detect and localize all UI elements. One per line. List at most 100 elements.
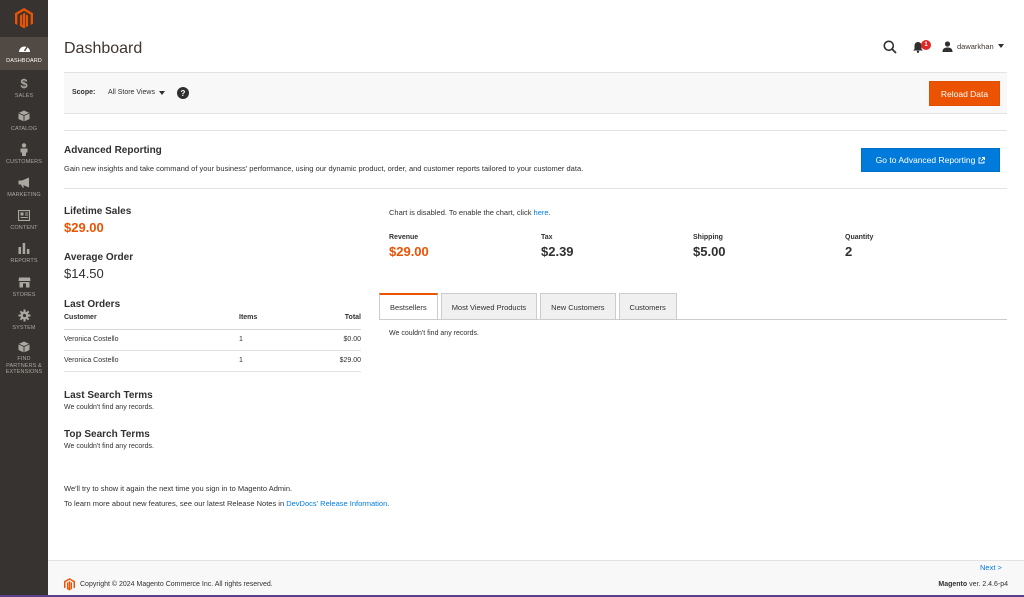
sidebar-item-label: Reports (10, 258, 38, 264)
magento-logo-icon (15, 7, 33, 28)
help-icon[interactable]: ? (177, 87, 189, 99)
tab-bestsellers[interactable]: Bestsellers (379, 293, 438, 320)
last-search-terms-title: Last Search Terms (64, 390, 153, 401)
dollar-icon: $ (20, 75, 28, 91)
release-note-suffix: . (387, 499, 390, 508)
lifetime-sales-value: $29.00 (64, 220, 104, 235)
box-icon (17, 109, 31, 123)
chart-disabled-message: Chart is disabled. To enable the chart, … (389, 208, 551, 217)
kpi-revenue: Revenue $29.00 (389, 234, 429, 259)
last-search-terms-empty: We couldn't find any records. (64, 404, 154, 411)
chevron-down-icon (158, 90, 165, 95)
release-note-line1: We'll try to show it again the next time… (64, 484, 293, 493)
top-search-terms-title: Top Search Terms (64, 429, 150, 440)
scope-selected: All Store Views (108, 89, 155, 96)
average-order-label: Average Order (64, 252, 134, 263)
kpi-label: Revenue (389, 234, 419, 241)
dashboard-icon (17, 41, 31, 55)
order-total: $29.00 (299, 350, 361, 372)
column-header-customer: Customer (64, 314, 239, 330)
version-brand: Magento (938, 581, 968, 588)
kpi-label: Tax (541, 234, 553, 241)
table-header-row: Customer Items Total (64, 314, 361, 330)
search-icon[interactable] (883, 40, 897, 54)
advanced-reporting-button-label: Go to Advanced Reporting (875, 155, 976, 165)
scope-switcher[interactable]: All Store Views (108, 89, 165, 96)
order-items: 1 (239, 329, 299, 351)
release-note-prefix: To learn more about new features, see ou… (64, 499, 287, 508)
divider (64, 188, 1007, 189)
kpi-label: Quantity (845, 234, 874, 241)
sidebar-item-label: Customers (6, 159, 42, 165)
kpi-quantity: Quantity 2 (845, 234, 873, 259)
tab-empty-message: We couldn't find any records. (389, 330, 479, 337)
lifetime-sales-label: Lifetime Sales (64, 206, 132, 217)
order-customer: Veronica Costello (64, 329, 239, 351)
chevron-down-icon (997, 44, 1004, 48)
sidebar: Dashboard $ Sales Catalog Customers Mark… (0, 0, 48, 595)
sidebar-item-label: Dashboard (6, 58, 42, 64)
sidebar-item-stores[interactable]: Stores (0, 271, 48, 304)
kpi-tax: Tax $2.39 (541, 234, 574, 259)
kpi-value: $29.00 (389, 244, 429, 259)
sidebar-item-sales[interactable]: $ Sales (0, 72, 48, 105)
notification-badge[interactable]: 1 (921, 40, 931, 50)
magento-logo[interactable] (0, 0, 48, 36)
megaphone-icon (17, 175, 31, 189)
cube-icon (17, 341, 31, 353)
sidebar-item-content[interactable]: Content (0, 204, 48, 237)
table-row[interactable]: Veronica Costello 1 $29.00 (64, 350, 361, 372)
user-icon (942, 40, 953, 52)
content-icon (17, 208, 31, 222)
kpi-value: 2 (845, 244, 853, 259)
sidebar-item-catalog[interactable]: Catalog (0, 105, 48, 138)
chart-disabled-text: Chart is disabled. To enable the chart, … (389, 208, 534, 217)
enable-chart-link[interactable]: here (534, 208, 549, 217)
last-orders-table: Customer Items Total Veronica Costello 1… (64, 314, 361, 372)
kpi-value: $2.39 (541, 244, 574, 259)
sidebar-item-reports[interactable]: Reports (0, 237, 48, 270)
reload-data-button[interactable]: Reload Data (929, 81, 1000, 106)
release-info-link[interactable]: DevDocs' Release Information (286, 499, 387, 508)
store-icon (17, 275, 31, 289)
sidebar-item-label: Stores (12, 292, 36, 298)
tab-most-viewed-products[interactable]: Most Viewed Products (440, 293, 538, 320)
order-items: 1 (239, 350, 299, 372)
divider (64, 130, 1007, 131)
sidebar-item-dashboard[interactable]: Dashboard (0, 37, 48, 70)
average-order-value: $14.50 (64, 266, 104, 281)
sidebar-item-marketing[interactable]: Marketing (0, 171, 48, 204)
scope-bar: Scope: All Store Views ? Reload Data (64, 72, 1007, 114)
gear-icon (17, 308, 31, 322)
top-search-terms-empty: We couldn't find any records. (64, 443, 154, 450)
order-total: $0.00 (299, 329, 361, 351)
tab-customers[interactable]: Customers (618, 293, 677, 320)
last-orders-title: Last Orders (64, 299, 121, 310)
sidebar-item-label: System (12, 325, 36, 331)
sidebar-item-system[interactable]: System (0, 304, 48, 337)
sidebar-item-label: Catalog (10, 126, 38, 132)
copyright-text: Copyright © 2024 Magento Commerce Inc. A… (80, 581, 273, 588)
sidebar-item-customers[interactable]: Customers (0, 138, 48, 171)
table-row[interactable]: Veronica Costello 1 $0.00 (64, 329, 361, 351)
kpi-value: $5.00 (693, 244, 726, 259)
advanced-reporting-title: Advanced Reporting (64, 145, 162, 156)
sidebar-item-label: Content (10, 225, 38, 231)
release-note-line2: To learn more about new features, see ou… (64, 499, 389, 508)
person-icon (17, 142, 31, 156)
tab-new-customers[interactable]: New Customers (540, 293, 616, 320)
chart-disabled-suffix: . (548, 208, 551, 217)
external-link-icon (978, 156, 986, 163)
advanced-reporting-button[interactable]: Go to Advanced Reporting (861, 148, 1000, 172)
footer (48, 560, 1024, 595)
sidebar-item-partners[interactable]: Find Partners & Extensions (0, 337, 48, 375)
user-menu[interactable]: dawarkhan (942, 40, 1004, 52)
admin-app: Dashboard $ Sales Catalog Customers Mark… (0, 0, 1024, 595)
tab-divider (379, 319, 1007, 320)
bar-chart-icon (17, 241, 31, 255)
advanced-reporting-text: Gain new insights and take command of yo… (64, 164, 584, 173)
sidebar-item-label: Find Partners & Extensions (5, 356, 43, 375)
username: dawarkhan (957, 41, 994, 51)
page-title: Dashboard (64, 40, 143, 57)
next-link[interactable]: Next > (980, 563, 1002, 572)
